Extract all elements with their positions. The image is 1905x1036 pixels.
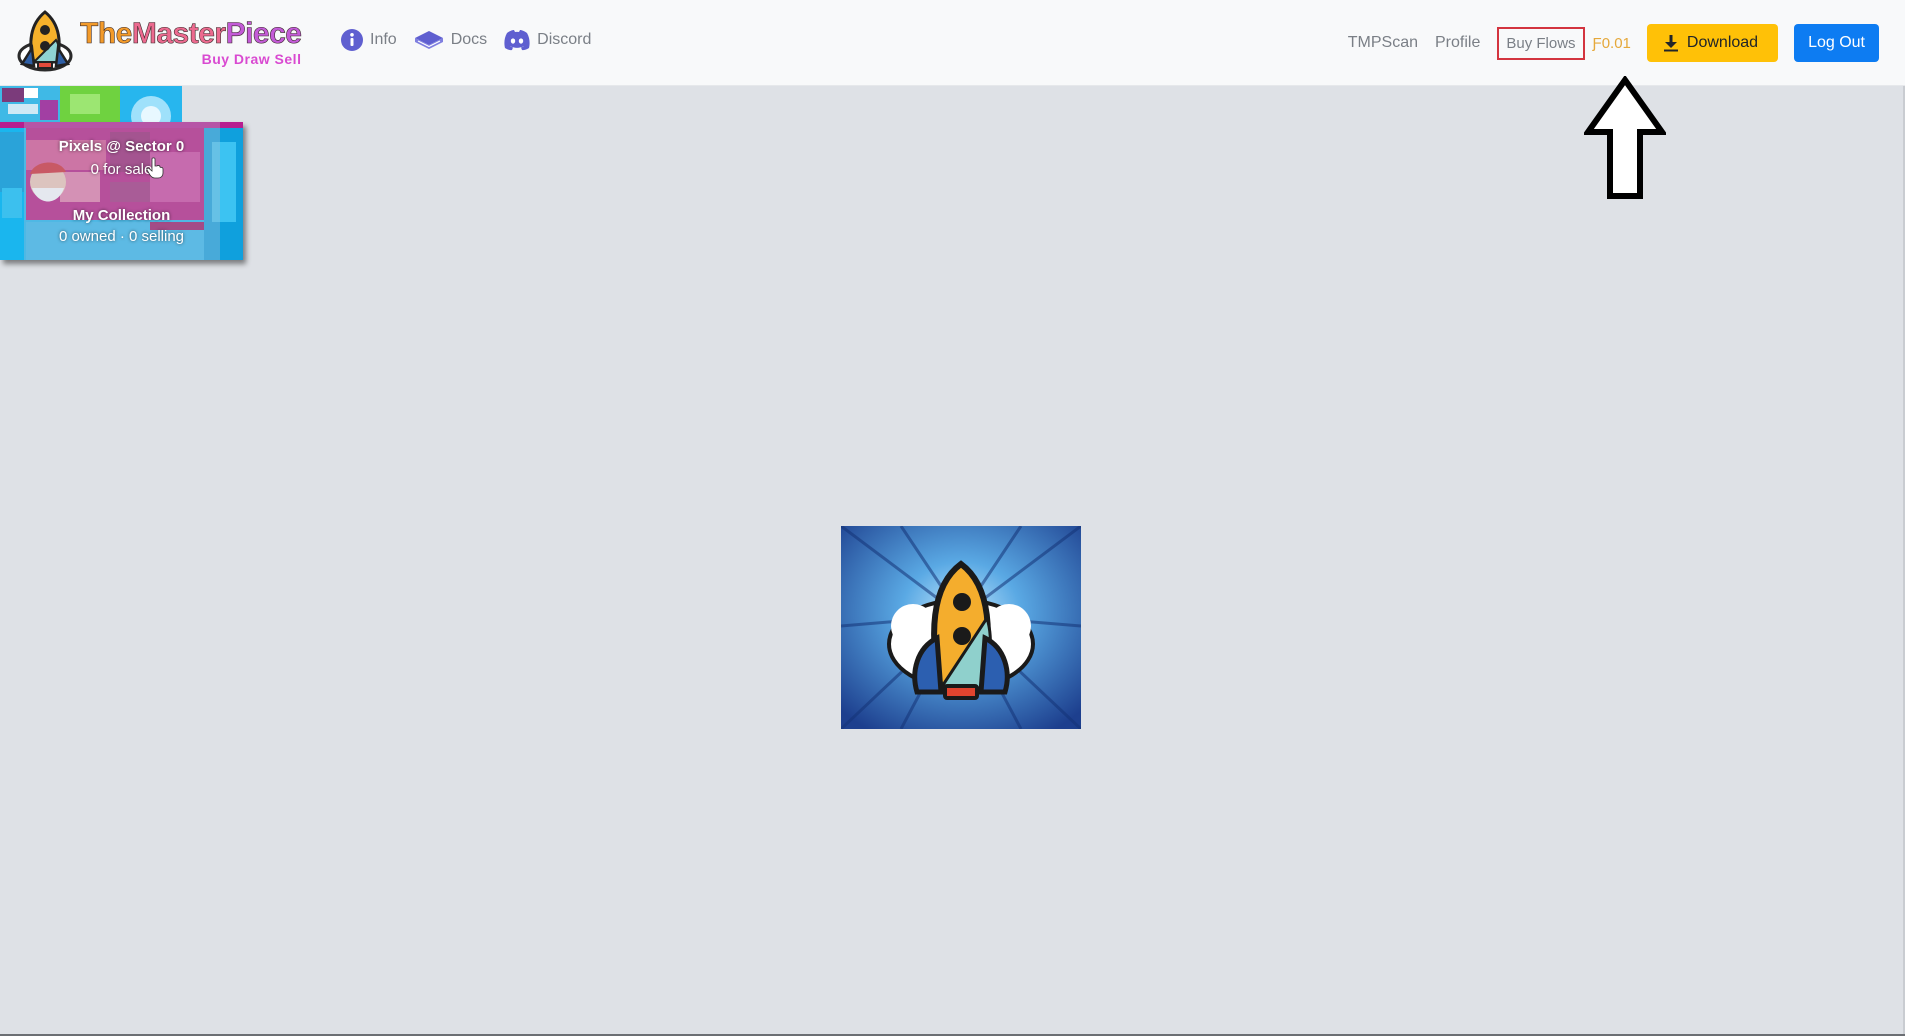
top-navbar: TheMasterPiece Buy Draw Sell Info Docs D… [0,0,1905,86]
pointer-hand-icon [146,157,164,179]
nav-profile-link[interactable]: Profile [1435,34,1480,52]
sector-title: Pixels @ Sector 0 [58,138,185,155]
brand-name-the: The [80,16,133,50]
sector-thumbnail-strip [0,86,182,122]
nav-tmpscan-link[interactable]: TMPScan [1348,34,1418,52]
brand-name-master: Master [131,16,227,50]
nav-info-label: Info [370,31,397,48]
book-icon [414,31,443,49]
nav-info-link[interactable]: Info [340,28,397,52]
flow-balance: Ƒ0.01 [1592,34,1631,52]
sector-card[interactable]: Pixels @ Sector 0 0 for sale My Collecti… [0,122,243,260]
brand-logo-link[interactable]: TheMasterPiece Buy Draw Sell [16,10,303,74]
sector-for-sale: 0 for sale [90,161,153,178]
download-button[interactable]: Download [1646,24,1779,62]
pixel-thumbnails [0,86,182,122]
brand-name-piece: Piece [225,16,302,50]
nav-right-links: TMPScan Profile Buy Flows Ƒ0.01 Download… [1348,24,1879,62]
nav-discord-label: Discord [537,31,592,48]
my-collection-title: My Collection [72,207,171,224]
brand-tagline: Buy Draw Sell [201,50,302,67]
sector-panel[interactable]: Pixels @ Sector 0 0 for sale My Collecti… [0,86,244,262]
info-icon [341,29,363,51]
brand-name: TheMasterPiece [80,16,303,50]
app-root: TheMasterPiece Buy Draw Sell Info Docs D… [0,0,1905,1036]
nav-left-links: Info Docs Discord [340,28,591,52]
annotation-arrow-up-icon [1584,76,1666,199]
nav-discord-link[interactable]: Discord [503,29,591,51]
nav-docs-label: Docs [450,31,488,48]
download-button-label: Download [1686,34,1759,51]
logout-button[interactable]: Log Out [1794,24,1879,62]
brand-text: TheMasterPiece Buy Draw Sell [80,16,303,67]
rocket-splash-icon [841,526,1081,729]
loading-logo-image [841,526,1081,729]
download-icon [1663,35,1678,52]
my-collection-stats: 0 owned · 0 selling [58,228,185,245]
discord-icon [504,30,530,51]
rocket-icon [17,10,73,72]
nav-buy-flows-link[interactable]: Buy Flows [1497,26,1585,60]
nav-docs-link[interactable]: Docs [413,28,487,52]
